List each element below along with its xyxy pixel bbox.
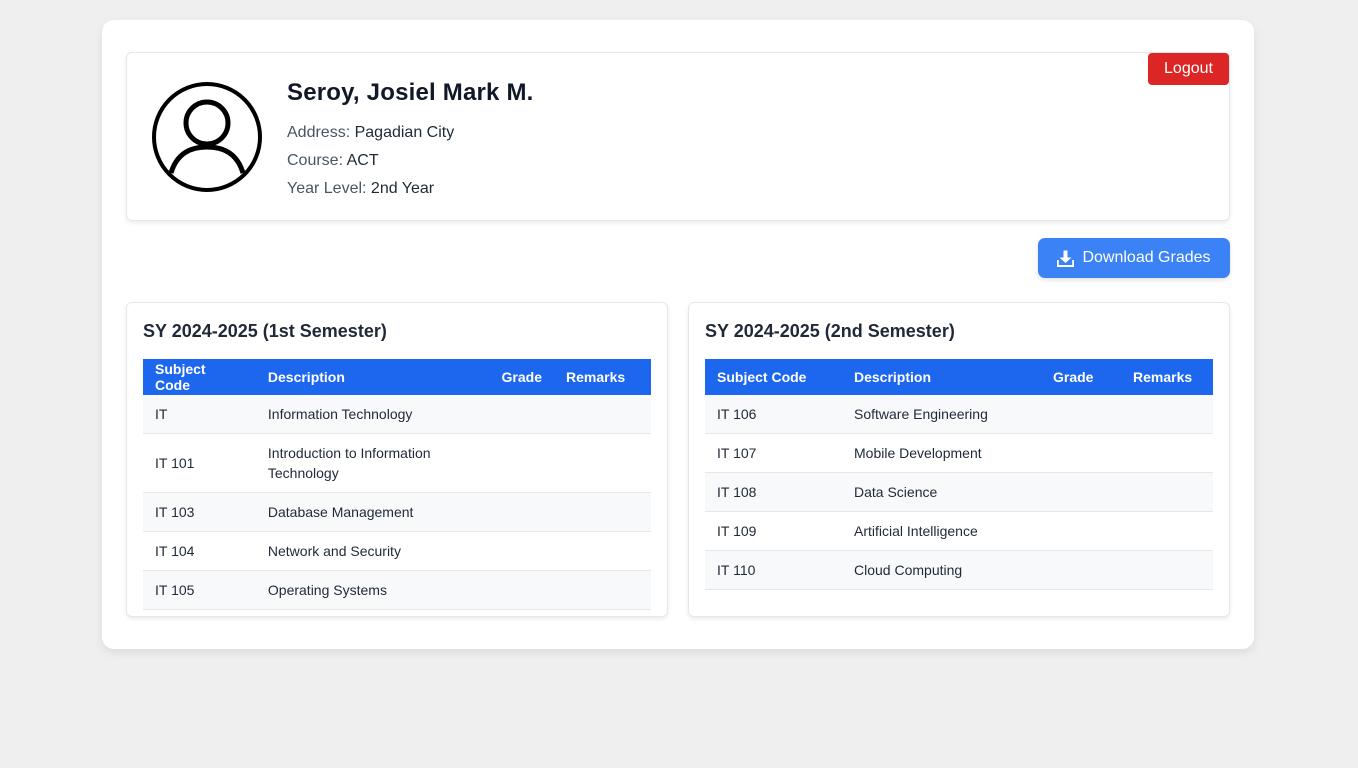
grade-cell: [1041, 472, 1121, 512]
description-cell: Information Technology: [255, 395, 490, 434]
subject-code-cell: IT 109: [705, 511, 842, 551]
year-level-value: 2nd Year: [370, 180, 435, 197]
semester-title: SY 2024-2025 (2nd Semester): [705, 321, 955, 341]
description-cell: Network and Security: [255, 531, 490, 571]
remarks-cell: [1121, 395, 1213, 434]
remarks-cell: [554, 531, 651, 571]
grade-cell: [489, 433, 555, 493]
table-row: IT Information Technology: [143, 395, 651, 434]
description-cell: Artificial Intelligence: [842, 511, 1041, 551]
column-header-remarks: Remarks: [1121, 359, 1213, 395]
column-header-subject-code: Subject Code: [143, 359, 256, 395]
subject-code-cell: IT 104: [143, 531, 256, 571]
grade-cell: [1041, 511, 1121, 551]
subject-code-cell: IT 110: [705, 550, 842, 590]
remarks-cell: [1121, 550, 1213, 590]
download-icon: [1057, 250, 1075, 267]
description-cell: Introduction to Information Technology: [255, 433, 490, 493]
grade-cell: [1041, 395, 1121, 434]
column-header-subject-code: Subject Code: [705, 359, 842, 395]
download-grades-label: Download Grades: [1082, 249, 1211, 266]
subject-code-cell: IT 107: [705, 433, 842, 473]
table-row: IT 107 Mobile Development: [705, 433, 1213, 473]
remarks-cell: [1121, 433, 1213, 473]
description-cell: Software Engineering: [842, 395, 1041, 434]
main-container: Seroy, Josiel Mark M. Address: Pagadian …: [102, 20, 1254, 649]
semester-card-1: SY 2024-2025 (1st Semester) Subject Code…: [126, 302, 668, 617]
table-row: IT 108 Data Science: [705, 472, 1213, 512]
subject-code-cell: IT 108: [705, 472, 842, 512]
subject-code-cell: IT 106: [705, 395, 842, 434]
student-name: Seroy, Josiel Mark M.: [287, 79, 534, 106]
address-row: Address: Pagadian City: [287, 119, 534, 147]
grade-cell: [1041, 433, 1121, 473]
description-cell: Mobile Development: [842, 433, 1041, 473]
grade-cell: [489, 395, 555, 434]
semester-title: SY 2024-2025 (1st Semester): [143, 321, 387, 341]
column-header-grade: Grade: [1041, 359, 1121, 395]
download-grades-button[interactable]: Download Grades: [1038, 238, 1230, 278]
table-header-row: Subject Code Description Grade Remarks: [705, 359, 1213, 395]
description-cell: Cloud Computing: [842, 550, 1041, 590]
grades-table-2: Subject Code Description Grade Remarks I…: [705, 359, 1213, 590]
subject-code-cell: IT: [143, 395, 256, 434]
table-row: IT 101 Introduction to Information Techn…: [143, 433, 651, 493]
column-header-grade: Grade: [489, 359, 555, 395]
column-header-description: Description: [842, 359, 1041, 395]
year-level-label: Year Level:: [287, 180, 367, 197]
address-value: Pagadian City: [354, 124, 455, 141]
remarks-cell: [554, 395, 651, 434]
table-row: IT 109 Artificial Intelligence: [705, 511, 1213, 551]
table-row: IT 104 Network and Security: [143, 531, 651, 571]
column-header-description: Description: [255, 359, 490, 395]
remarks-cell: [554, 492, 651, 532]
grades-table-1: Subject Code Description Grade Remarks I…: [143, 359, 651, 610]
course-row: Course: ACT: [287, 147, 534, 175]
description-cell: Database Management: [255, 492, 490, 532]
subject-code-cell: IT 105: [143, 570, 256, 610]
address-label: Address:: [287, 124, 351, 141]
table-row: IT 103 Database Management: [143, 492, 651, 532]
table-row: IT 105 Operating Systems: [143, 570, 651, 610]
profile-card: Seroy, Josiel Mark M. Address: Pagadian …: [126, 52, 1230, 221]
table-row: IT 106 Software Engineering: [705, 395, 1213, 434]
description-cell: Operating Systems: [255, 570, 490, 610]
year-level-row: Year Level: 2nd Year: [287, 175, 534, 203]
student-info: Seroy, Josiel Mark M. Address: Pagadian …: [287, 77, 534, 203]
subject-code-cell: IT 101: [143, 433, 256, 493]
semester-card-2: SY 2024-2025 (2nd Semester) Subject Code…: [688, 302, 1230, 617]
column-header-remarks: Remarks: [554, 359, 651, 395]
description-cell: Data Science: [842, 472, 1041, 512]
course-label: Course:: [287, 152, 344, 169]
grade-cell: [489, 570, 555, 610]
remarks-cell: [1121, 472, 1213, 512]
table-row: IT 110 Cloud Computing: [705, 550, 1213, 590]
remarks-cell: [554, 433, 651, 493]
grade-cell: [489, 492, 555, 532]
user-avatar-icon: [151, 81, 263, 193]
remarks-cell: [554, 570, 651, 610]
subject-code-cell: IT 103: [143, 492, 256, 532]
grade-cell: [489, 531, 555, 571]
course-value: ACT: [346, 152, 379, 169]
grade-cell: [1041, 550, 1121, 590]
table-header-row: Subject Code Description Grade Remarks: [143, 359, 651, 395]
logout-button[interactable]: Logout: [1148, 53, 1229, 85]
remarks-cell: [1121, 511, 1213, 551]
